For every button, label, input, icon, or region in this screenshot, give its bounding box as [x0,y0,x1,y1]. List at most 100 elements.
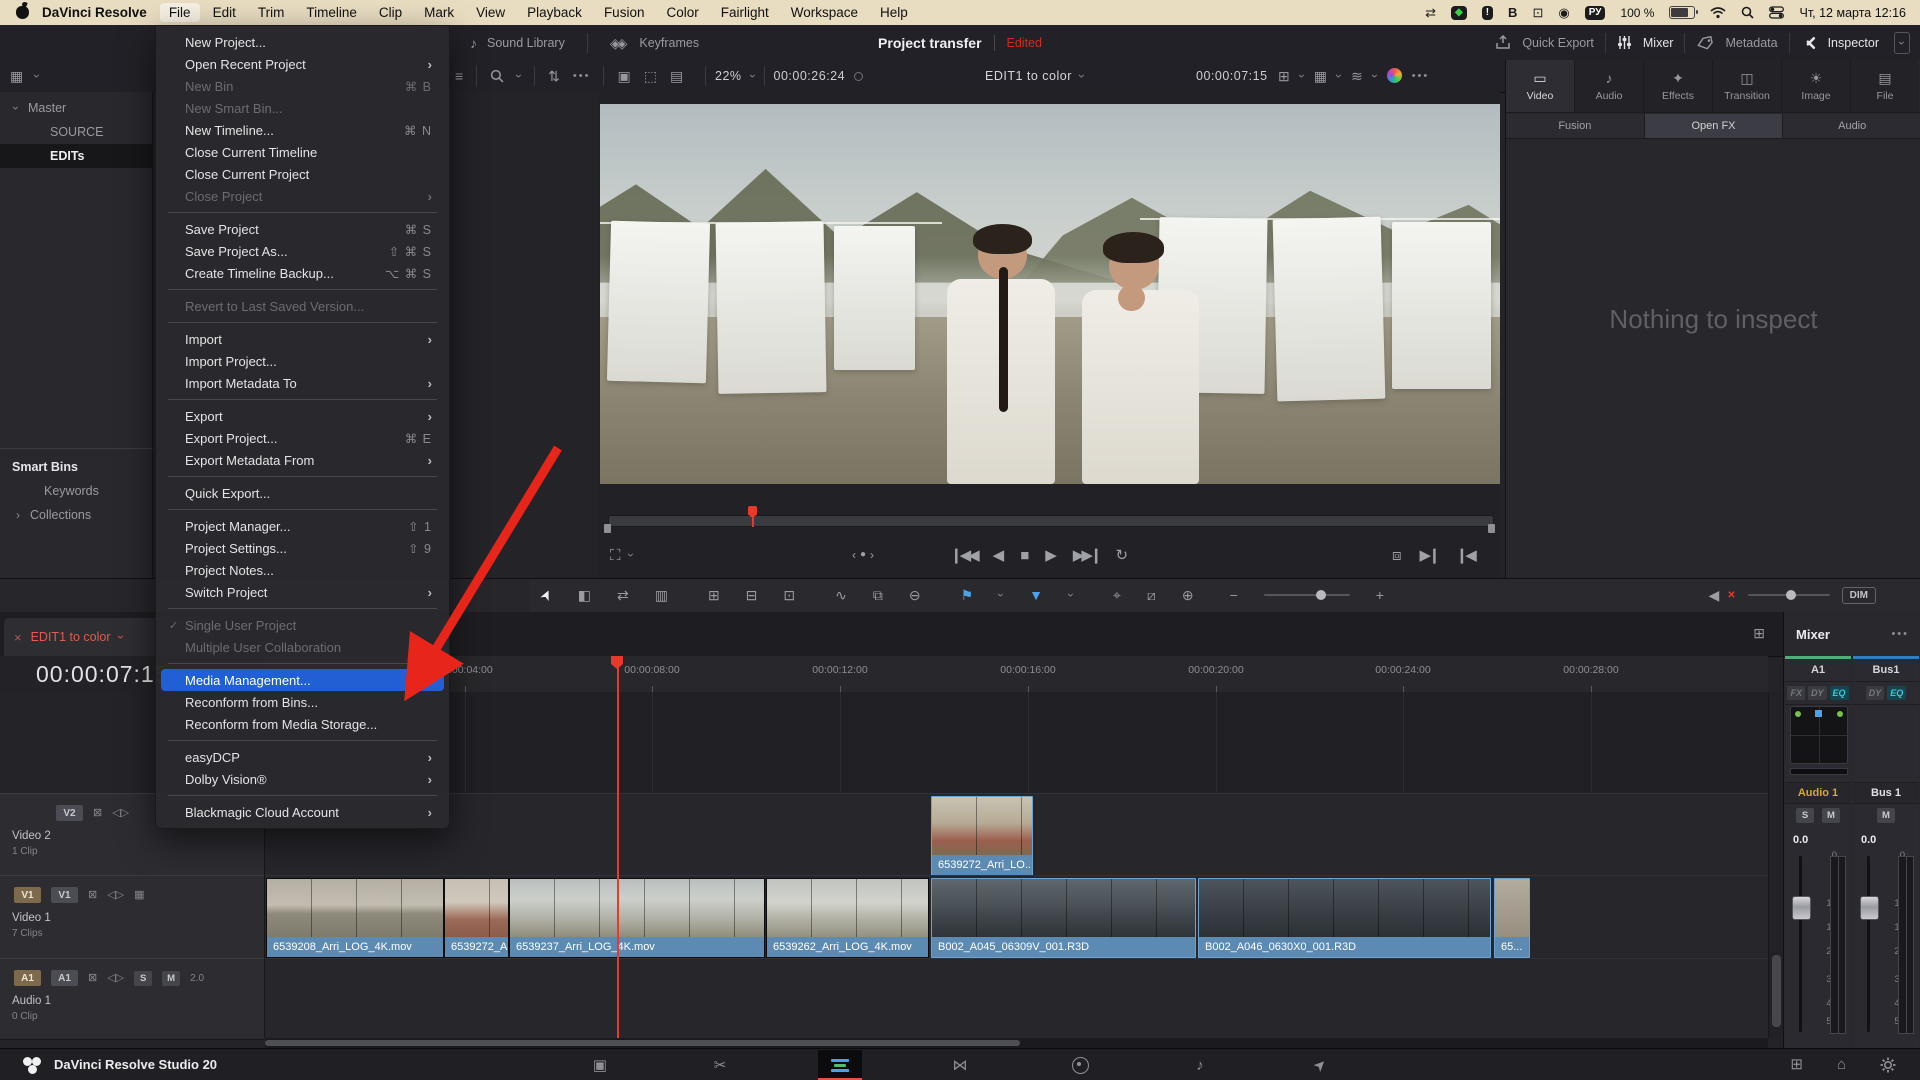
timeline-panel-toggle-icon[interactable]: ⊞ [1753,626,1765,640]
menubar-workspace[interactable]: Workspace [782,3,867,22]
source-badge-a1[interactable]: A1 [14,970,41,986]
menubar-edit[interactable]: Edit [204,3,245,22]
zoom-out-icon[interactable]: − [1230,588,1238,602]
viewer-scrubber[interactable] [608,515,1494,527]
video-frame[interactable] [600,104,1500,484]
inspector-tab-audio[interactable]: ♪ Audio [1575,60,1644,112]
timeline-selector-chevron[interactable]: › [1075,74,1089,78]
menu-item-export-project[interactable]: Export Project... ⌘ E [161,427,444,449]
menubar-fusion[interactable]: Fusion [595,3,654,22]
playback-status-icon[interactable]: ◉ [1558,6,1569,19]
b-app-icon[interactable]: B [1508,6,1517,19]
display-icon[interactable]: ⊡ [1532,6,1543,19]
settings-gear-icon[interactable] [1880,1057,1896,1073]
menu-item-new-project[interactable]: New Project... [161,31,444,53]
subtab-openfx[interactable]: Open FX [1644,113,1784,138]
scrubber-handle-right[interactable] [1488,524,1495,533]
dynamics-chip[interactable]: DY [1807,686,1827,700]
timeline-vscrollbar[interactable] [1768,692,1784,1038]
filmstrip-view-icon[interactable]: ⬚ [644,69,657,83]
sidebar-item-master[interactable]: › Master [0,96,152,120]
diamond-app-icon[interactable]: ◆ [1451,5,1467,20]
scrubber-handle-left[interactable] [604,524,611,533]
auto-select-icon[interactable]: ◁▷ [107,889,124,901]
master-expand-chevron[interactable]: › [9,106,23,110]
dynamics-chip[interactable]: DY [1865,686,1885,700]
menu-item-save-project[interactable]: Save Project ⌘ S [161,218,444,240]
zoom-chevron[interactable]: › [746,74,760,78]
menubar-app-name[interactable]: DaVinci Resolve [33,3,156,22]
marker-chevron[interactable]: › [1064,593,1078,597]
sidebar-item-edits[interactable]: EDITs [0,144,152,168]
timeline-clip[interactable]: 6539272_A... [444,878,509,958]
mixer-toggle-button[interactable]: Mixer [1643,36,1674,50]
menu-item-close-current-project[interactable]: Close Current Project [161,163,444,185]
inspector-tab-image[interactable]: ☀ Image [1782,60,1851,112]
menubar-view[interactable]: View [467,3,514,22]
page-deliver[interactable]: ➤ [1298,1050,1342,1080]
fader-track[interactable] [1867,856,1870,1032]
timeline-clip[interactable]: 6539208_Arri_LOG_4K.mov [266,878,444,958]
crop-icon[interactable]: ⛶ [610,548,621,563]
next-edit-icon[interactable]: ▶❙ [1420,548,1441,563]
smart-bins-header[interactable]: Smart Bins [0,455,152,479]
jog-controls[interactable]: ‹ ● › [852,540,874,570]
flag-icon[interactable]: ⚑ [961,588,974,602]
home-icon[interactable]: ⌂ [1837,1057,1846,1072]
input-language-badge[interactable]: РУ [1584,5,1606,20]
more-options-icon[interactable]: ••• [573,70,591,82]
menubar-file[interactable]: File [159,3,200,22]
track-header-v1[interactable]: V1 V1 ⊠ ◁▷ ▦ Video 1 7 Clips [0,875,264,960]
page-fusion[interactable]: ⋈ [938,1050,982,1080]
inspector-tab-file[interactable]: ▤ File [1851,60,1919,112]
match-frame-icon[interactable]: ⧈ [1392,548,1402,563]
solo-button[interactable]: S [1796,808,1814,823]
zoom-custom-icon[interactable]: ⊕ [1182,588,1194,602]
channel-label[interactable]: Bus 1 [1853,782,1919,804]
menu-item-create-timeline-backup[interactable]: Create Timeline Backup... ⌥ ⌘ S [161,262,444,284]
menu-item-dolby-vision[interactable]: Dolby Vision® › [161,768,444,790]
eq-chip[interactable]: EQ [1829,686,1849,700]
overwrite-clip-icon[interactable]: ⊟ [746,588,758,602]
timeline-selector[interactable]: EDIT1 to color [985,69,1072,83]
menu-item-reconform-from-bins[interactable]: Reconform from Bins... [161,691,444,713]
fader-track[interactable] [1799,856,1802,1032]
go-to-end-button[interactable]: ▶▶❙ [1073,548,1103,563]
close-tab-icon[interactable]: × [14,630,22,645]
media-pool-toggle-icon[interactable]: ▦ [10,69,23,83]
mute-button[interactable]: M [162,970,181,986]
track-lane-v1[interactable]: 6539208_Arri_LOG_4K.mov 6539272_A... 653… [265,875,1768,960]
menu-item-export[interactable]: Export › [161,405,444,427]
sidebar-item-source[interactable]: SOURCE [0,120,152,144]
tab-chevron[interactable]: › [114,635,128,639]
viewer-more-options-icon[interactable]: ••• [1412,70,1430,82]
search-options-chevron[interactable]: › [512,74,526,78]
replace-clip-icon[interactable]: ⊡ [783,588,795,602]
inspector-toggle-button[interactable]: Inspector [1828,36,1879,50]
zoom-fit-icon[interactable]: ⌖ [1113,588,1121,602]
color-boost-icon[interactable] [1386,68,1402,83]
inspector-tab-effects[interactable]: ✦ Effects [1644,60,1713,112]
timeline-clip[interactable]: 65... [1494,878,1530,958]
menubar-trim[interactable]: Trim [249,3,294,22]
menu-item-import-project[interactable]: Import Project... [161,350,444,372]
thumbnail-view-icon[interactable]: ▣ [617,69,630,83]
menu-item-export-metadata-from[interactable]: Export Metadata From › [161,449,444,471]
menu-item-project-settings[interactable]: Project Settings... ⇧ 9 [161,537,444,559]
fader-knob[interactable] [1792,896,1811,920]
alert-app-icon[interactable]: ! [1481,5,1494,20]
track-lane-v2[interactable]: 6539272_Arri_LO... [265,793,1768,877]
menu-item-project-manager[interactable]: Project Manager... ⇧ 1 [161,515,444,537]
menu-item-switch-project[interactable]: Switch Project › [161,581,444,603]
list-view-icon[interactable]: ▤ [670,69,683,83]
position-lock-icon[interactable]: ⊖ [909,588,921,602]
subtab-audio[interactable]: Audio [1783,113,1920,138]
inspector-tab-transition[interactable]: ◫ Transition [1713,60,1782,112]
metadata-button[interactable]: Metadata [1725,36,1777,50]
track-lane-a1[interactable] [265,958,1768,1040]
wifi-icon[interactable] [1710,6,1727,19]
menubar-clip[interactable]: Clip [370,3,411,22]
zoom-in-icon[interactable]: + [1376,588,1384,602]
flag-chevron[interactable]: › [994,593,1008,597]
timeline-zoom-slider[interactable] [1263,590,1350,600]
